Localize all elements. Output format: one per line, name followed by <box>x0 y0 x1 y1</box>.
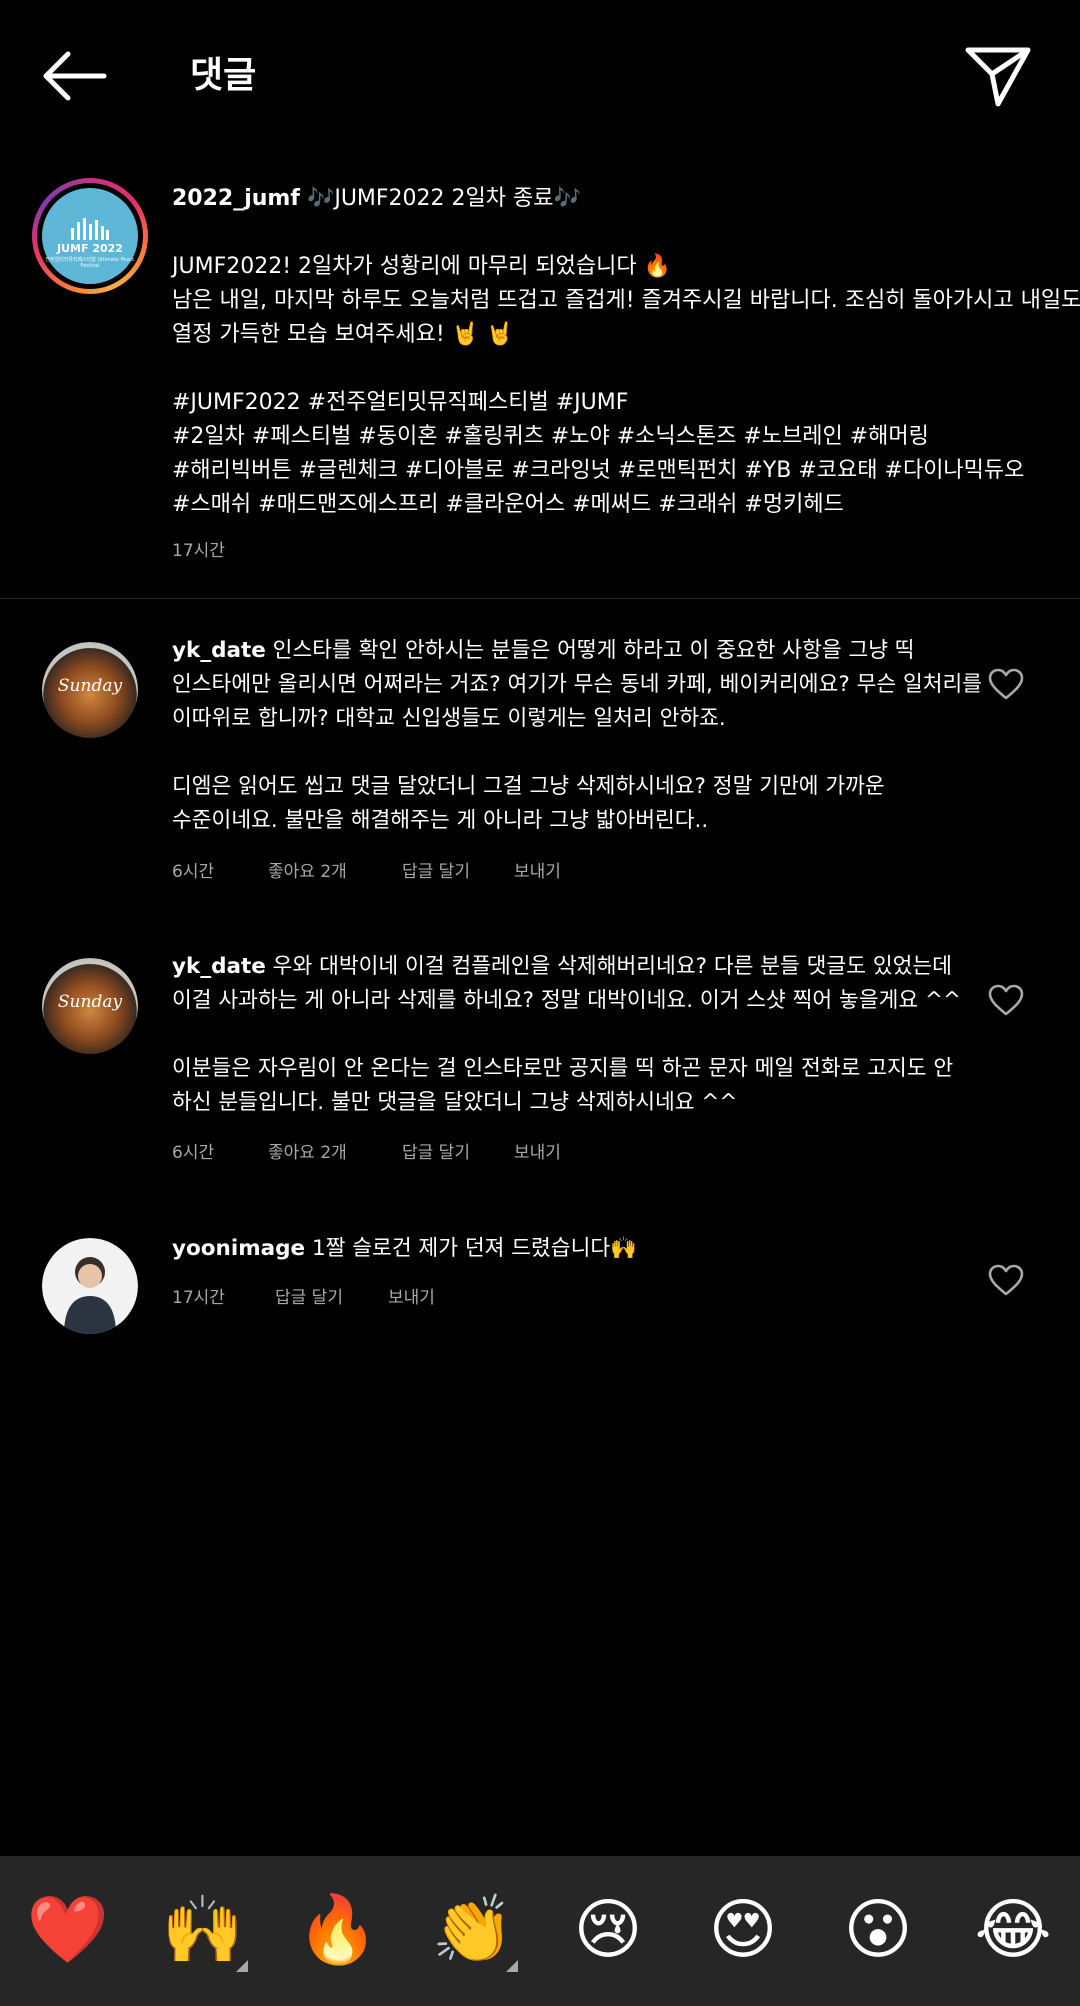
post-caption: 2022_jumf 🎶JUMF2022 2일차 종료🎶 JUMF2022! 2일… <box>172 182 1080 568</box>
equalizer-icon <box>71 218 109 240</box>
emoji-heart-button[interactable]: ❤️ <box>23 1890 113 1970</box>
caption-line <box>172 216 1012 250</box>
send-button[interactable]: 보내기 <box>514 1138 561 1163</box>
commenter-avatar[interactable]: Sunday <box>42 958 138 1054</box>
back-arrow-icon[interactable] <box>38 44 110 108</box>
comment-line <box>172 736 972 770</box>
comment-username[interactable]: yk_date <box>172 954 266 979</box>
send-button[interactable]: 보내기 <box>514 857 561 882</box>
send-icon[interactable] <box>962 40 1034 112</box>
caption-hashtags[interactable]: #해리빅버튼 #글렌체크 #디아블로 #크라잉넛 #로맨틱펀치 #YB #코요태… <box>172 454 1024 488</box>
comment-line: 이따위로 합니까? 대학교 신입생들도 이렇게는 일처리 안하죠. <box>172 706 726 731</box>
jumf-logo: JUMF 2022 전주얼티밋뮤직페스티벌 Ultimate Music Fes… <box>42 188 138 284</box>
emoji-raised-hands-button[interactable]: 🙌 <box>158 1890 248 1970</box>
avatar-label: Sunday <box>57 992 123 1012</box>
comment-line: 디엠은 읽어도 씹고 댓글 달았더니 그걸 그냥 삭제하시네요? 정말 기만에 … <box>172 774 885 799</box>
comment-line: 하신 분들입니다. 불만 댓글을 달았더니 그냥 삭제하시네요 ^^ <box>172 1090 738 1115</box>
comment-body: yk_date 우와 대박이네 이걸 컴플레인을 삭제해버리네요? 다른 분들 … <box>172 950 972 1120</box>
send-button[interactable]: 보내기 <box>388 1283 435 1308</box>
comment-line: 인스타를 확인 안하시는 분들은 어떻게 하라고 이 중요한 사항을 그냥 띡 <box>272 638 915 663</box>
person-icon <box>64 1257 116 1334</box>
emoji-heart-eyes-button[interactable]: 😍 <box>698 1890 788 1970</box>
reply-button[interactable]: 답글 달기 <box>402 857 470 882</box>
heart-outline-icon[interactable] <box>988 668 1024 700</box>
comment-timestamp: 17시간 <box>172 1288 225 1308</box>
heart-outline-icon[interactable] <box>988 984 1024 1016</box>
commenter-avatar[interactable]: Sunday <box>42 642 138 738</box>
post-username[interactable]: 2022_jumf <box>172 186 300 211</box>
caption-hashtags[interactable]: #JUMF2022 #전주얼티밋뮤직페스티벌 #JUMF <box>172 386 1012 420</box>
skin-tone-indicator-icon <box>506 1960 518 1972</box>
comment-line: 이걸 사과하는 게 아니라 삭제를 하네요? 정말 대박이네요. 이거 스샷 찍… <box>172 988 962 1013</box>
comment-timestamp: 6시간 <box>172 862 215 882</box>
comment-line: 인스타에만 올리시면 어쩌라는 거죠? 여기가 무슨 동네 카페, 베이커리에요… <box>172 672 983 697</box>
emoji-surprised-button[interactable]: 😮 <box>833 1890 923 1970</box>
caption-hashtags[interactable]: #2일차 #페스티벌 #동이혼 #홀링퀴츠 #노야 #소닉스톤즈 #노브레인 #… <box>172 420 1012 454</box>
comment-line: 1짤 슬로건 제가 던져 드렸습니다🙌 <box>311 1236 637 1261</box>
logo-subtext: 전주얼티밋뮤직페스티벌 Ultimate Music Festival <box>45 257 135 269</box>
emoji-fire-button[interactable]: 🔥 <box>293 1890 383 1970</box>
emoji-clap-button[interactable]: 👏 <box>428 1890 518 1970</box>
caption-line: 🎶JUMF2022 2일차 종료🎶 <box>306 186 581 211</box>
likes-count[interactable]: 좋아요 2개 <box>268 857 347 882</box>
top-bar: 댓글 <box>0 0 1080 150</box>
logo-text: JUMF 2022 <box>57 242 123 255</box>
commenter-avatar[interactable] <box>42 1238 138 1334</box>
page-title: 댓글 <box>190 55 257 96</box>
comment-line: 우와 대박이네 이걸 컴플레인을 삭제해버리네요? 다른 분들 댓글도 있었는데 <box>272 954 952 979</box>
comment-body: yoonimage 1짤 슬로건 제가 던져 드렸습니다🙌 <box>172 1232 972 1266</box>
person-photo <box>42 1238 138 1334</box>
comment-body: yk_date 인스타를 확인 안하시는 분들은 어떻게 하라고 이 중요한 사… <box>172 634 983 838</box>
divider <box>0 598 1080 599</box>
likes-count[interactable]: 좋아요 2개 <box>268 1138 347 1163</box>
comment-line: 이분들은 자우림이 안 온다는 걸 인스타로만 공지를 띡 하곤 문자 메일 전… <box>172 1056 954 1081</box>
avatar-label: Sunday <box>57 676 123 696</box>
skin-tone-indicator-icon <box>236 1960 248 1972</box>
caption-line: 열정 가득한 모습 보여주세요! 🤘 🤘 <box>172 322 514 347</box>
emoji-crying-button[interactable]: 😢 <box>563 1890 653 1970</box>
comment-line: 수준이네요. 불만을 해결해주는 게 아니라 그냥 밟아버린다.. <box>172 808 709 833</box>
reply-button[interactable]: 답글 달기 <box>275 1283 343 1308</box>
comment-timestamp: 6시간 <box>172 1143 215 1163</box>
heart-outline-icon[interactable] <box>988 1264 1024 1296</box>
caption-line: 남은 내일, 마지막 하루도 오늘처럼 뜨겁고 즐겁게! 즐겨주시길 바랍니다.… <box>172 288 1080 313</box>
post-timestamp: 17시간 <box>172 541 225 561</box>
comment-username[interactable]: yoonimage <box>172 1236 305 1261</box>
caption-line <box>172 352 1012 386</box>
comment-username[interactable]: yk_date <box>172 638 266 663</box>
reply-button[interactable]: 답글 달기 <box>402 1138 470 1163</box>
caption-line: JUMF2022! 2일차가 성황리에 마무리 되었습니다 🔥 <box>172 254 671 279</box>
caption-hashtags[interactable]: #스매쉬 #매드맨즈에스프리 #클라운어스 #메써드 #크래쉬 #멍키헤드 <box>172 488 1012 522</box>
post-avatar[interactable]: JUMF 2022 전주얼티밋뮤직페스티벌 Ultimate Music Fes… <box>32 178 148 294</box>
emoji-joy-button[interactable]: 😂 <box>968 1890 1058 1970</box>
comment-line <box>172 1018 972 1052</box>
emoji-reaction-bar: ❤️ 🙌 🔥 👏 😢 😍 😮 😂 <box>0 1856 1080 2006</box>
